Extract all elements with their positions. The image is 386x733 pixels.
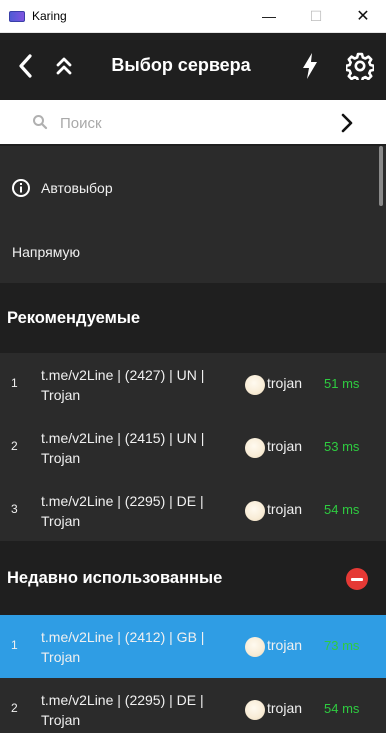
server-row[interactable]: 2 t.me/v2Line | (2295) | DE | Trojan tro… (0, 678, 386, 733)
server-row[interactable]: 3 t.me/v2Line | (2295) | DE | Trojan tro… (0, 479, 386, 542)
server-name: t.me/v2Line | (2295) | DE | Trojan (41, 493, 204, 529)
country-flag-icon (245, 501, 265, 521)
server-index: 3 (11, 502, 18, 516)
search-icon (33, 115, 48, 130)
speed-test-button[interactable] (296, 50, 324, 82)
server-index: 1 (11, 638, 18, 652)
app-logo-icon (9, 11, 25, 22)
country-flag-icon (245, 375, 265, 395)
server-index: 1 (11, 376, 18, 390)
server-list: Автовыбор Напрямую Рекомендуемые 1 t.me/… (0, 146, 386, 733)
chevron-right-icon[interactable] (336, 111, 358, 135)
direct-connection-item[interactable]: Напрямую (0, 220, 378, 284)
maximize-button[interactable]: ☐ (293, 0, 339, 32)
direct-connection-label: Напрямую (12, 244, 80, 260)
country-flag-icon (245, 637, 265, 657)
info-icon (12, 179, 30, 197)
country-flag-icon (245, 700, 265, 720)
server-name: t.me/v2Line | (2412) | GB | Trojan (41, 629, 205, 665)
server-latency[interactable]: 54 ms (324, 701, 359, 716)
server-name: t.me/v2Line | (2295) | DE | Trojan (41, 692, 204, 728)
auto-select-item[interactable]: Автовыбор (0, 156, 378, 220)
server-protocol: trojan (267, 501, 303, 517)
country-flag-icon (245, 438, 265, 458)
server-index: 2 (11, 701, 18, 715)
auto-select-label: Автовыбор (41, 180, 113, 196)
server-name: t.me/v2Line | (2427) | UN | Trojan (41, 367, 205, 403)
recommended-section-title: Рекомендуемые (7, 308, 141, 327)
window-title: Karing (32, 9, 67, 23)
server-latency[interactable]: 73 ms (324, 638, 359, 653)
scrollbar[interactable] (379, 146, 383, 206)
clear-recent-button[interactable] (346, 568, 368, 590)
app-header: Выбор сервера (0, 33, 386, 100)
search-input[interactable] (60, 109, 320, 137)
server-name: t.me/v2Line | (2415) | UN | Trojan (41, 430, 205, 466)
server-row[interactable]: 2 t.me/v2Line | (2415) | UN | Trojan tro… (0, 416, 386, 479)
server-protocol: trojan (267, 700, 303, 716)
server-latency[interactable]: 54 ms (324, 502, 359, 517)
server-latency[interactable]: 51 ms (324, 376, 359, 391)
recommended-section-header: Рекомендуемые (0, 283, 386, 353)
lightning-bolt-icon (303, 53, 317, 79)
server-latency[interactable]: 53 ms (324, 439, 359, 454)
recent-section-header: Недавно использованные (0, 541, 386, 615)
server-row[interactable]: 1 t.me/v2Line | (2427) | UN | Trojan tro… (0, 353, 386, 416)
server-index: 2 (11, 439, 18, 453)
recent-section-title: Недавно использованные (7, 568, 223, 587)
close-window-button[interactable]: ✕ (340, 0, 386, 32)
settings-button[interactable] (344, 50, 376, 82)
server-protocol: trojan (267, 375, 303, 391)
server-protocol: trojan (267, 637, 303, 653)
app-window: Karing — ☐ ✕ Выбор сервера Поиск Автовыб… (0, 0, 386, 733)
gear-icon (346, 52, 374, 80)
minimize-button[interactable]: — (246, 0, 292, 32)
window-titlebar: Karing — ☐ ✕ (0, 0, 386, 33)
search-bar (0, 100, 386, 146)
server-protocol: trojan (267, 438, 303, 454)
server-row-selected[interactable]: 1 t.me/v2Line | (2412) | GB | Trojan tro… (0, 615, 386, 678)
